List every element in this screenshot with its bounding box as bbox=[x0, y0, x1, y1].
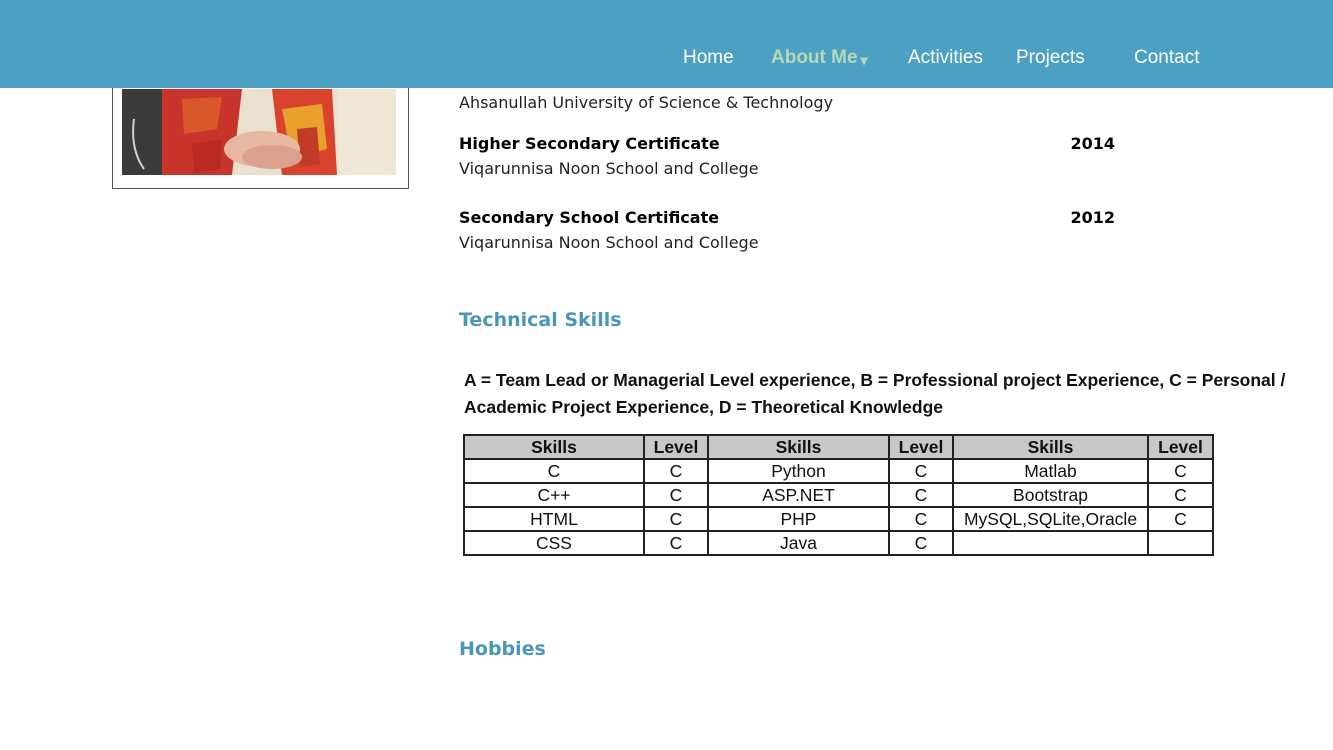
education-year: 2014 bbox=[1070, 134, 1115, 153]
table-header-cell: Skills bbox=[707, 434, 890, 460]
table-header-cell: Level bbox=[1147, 434, 1214, 460]
skills-table: Skills Level Skills Level Skills Level C… bbox=[463, 434, 1214, 556]
table-cell bbox=[1147, 530, 1214, 556]
table-cell: Matlab bbox=[952, 458, 1149, 484]
table-cell: C bbox=[643, 506, 709, 532]
table-cell: MySQL,SQLite,Oracle bbox=[952, 506, 1149, 532]
education-title: Secondary School Certificate bbox=[459, 208, 720, 227]
table-cell: C bbox=[1147, 506, 1214, 532]
table-cell: C bbox=[643, 458, 709, 484]
page: Home About Me ▾ Activities Projects Conta… bbox=[0, 0, 1333, 750]
table-cell: C bbox=[1147, 482, 1214, 508]
education-year: 2012 bbox=[1070, 208, 1115, 227]
university-name: Ahsanullah University of Science & Techn… bbox=[459, 93, 834, 112]
table-cell: C++ bbox=[463, 482, 645, 508]
education-title: Higher Secondary Certificate bbox=[459, 134, 720, 153]
table-cell: CSS bbox=[463, 530, 645, 556]
table-header-row: Skills Level Skills Level Skills Level bbox=[463, 434, 1214, 460]
nav-about-me[interactable]: About Me ▾ bbox=[771, 46, 868, 72]
table-header-cell: Level bbox=[643, 434, 709, 460]
nav-projects[interactable]: Projects bbox=[1016, 46, 1085, 70]
table-header-cell: Skills bbox=[463, 434, 645, 460]
nav-contact[interactable]: Contact bbox=[1134, 46, 1199, 70]
nav-home[interactable]: Home bbox=[683, 46, 734, 70]
table-cell: C bbox=[888, 506, 954, 532]
table-header-cell: Level bbox=[888, 434, 954, 460]
skills-legend: A = Team Lead or Managerial Level experi… bbox=[464, 370, 1286, 417]
table-row: HTML C PHP C MySQL,SQLite,Oracle C bbox=[463, 506, 1214, 532]
navbar: Home About Me ▾ Activities Projects Conta… bbox=[0, 0, 1333, 88]
table-header-cell: Skills bbox=[952, 434, 1149, 460]
nav-activities[interactable]: Activities bbox=[908, 46, 983, 70]
table-cell: C bbox=[888, 458, 954, 484]
education-institution: Viqarunnisa Noon School and College bbox=[459, 159, 759, 178]
hobbies-heading: Hobbies bbox=[459, 638, 546, 660]
table-cell: HTML bbox=[463, 506, 645, 532]
table-cell: C bbox=[1147, 458, 1214, 484]
table-cell: PHP bbox=[707, 506, 890, 532]
table-cell: ASP.NET bbox=[707, 482, 890, 508]
profile-photo bbox=[122, 89, 396, 175]
table-cell: C bbox=[888, 530, 954, 556]
nav-about-me-label: About Me bbox=[771, 47, 858, 68]
table-cell bbox=[952, 530, 1149, 556]
table-cell: Bootstrap bbox=[952, 482, 1149, 508]
education-institution: Viqarunnisa Noon School and College bbox=[459, 233, 759, 252]
table-cell: C bbox=[888, 482, 954, 508]
table-cell: Java bbox=[707, 530, 890, 556]
table-cell: C bbox=[463, 458, 645, 484]
table-row: CSS C Java C bbox=[463, 530, 1214, 556]
table-cell: Python bbox=[707, 458, 890, 484]
table-row: C++ C ASP.NET C Bootstrap C bbox=[463, 482, 1214, 508]
technical-skills-heading: Technical Skills bbox=[459, 309, 622, 331]
table-cell: C bbox=[643, 530, 709, 556]
table-cell: C bbox=[643, 482, 709, 508]
chevron-down-icon: ▾ bbox=[860, 52, 868, 68]
table-row: C C Python C Matlab C bbox=[463, 458, 1214, 484]
